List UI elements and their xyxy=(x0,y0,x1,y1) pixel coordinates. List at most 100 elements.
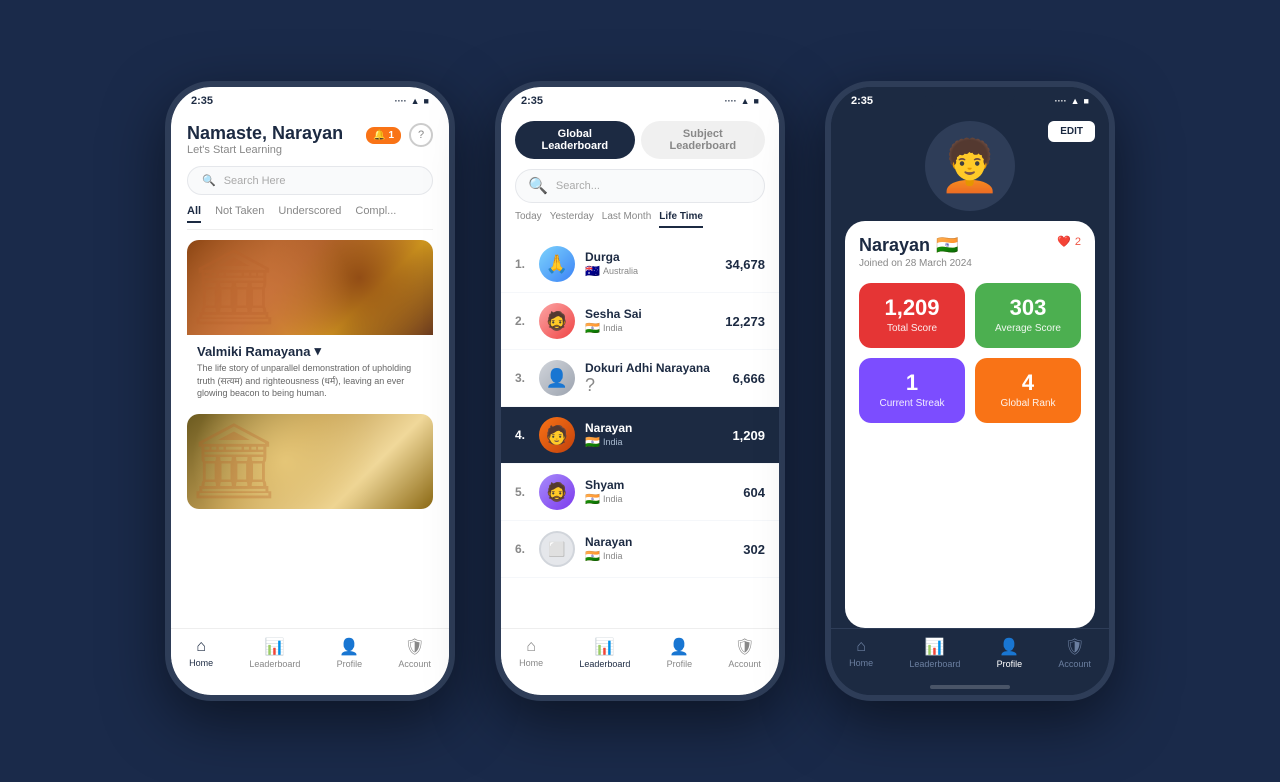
avg-score-label: Average Score xyxy=(985,323,1071,334)
time-filters: Today Yesterday Last Month Life Time xyxy=(515,211,765,236)
nav-leaderboard-3[interactable]: 📊 Leaderboard xyxy=(909,637,960,669)
lb-name-6: Narayan xyxy=(585,535,733,549)
total-score-label: Total Score xyxy=(869,323,955,334)
lb-row-3[interactable]: 3. 👤 Dokuri Adhi Narayana ? 6,666 xyxy=(501,350,779,407)
profile-name-row: Narayan 🇮🇳 ❤️ 2 xyxy=(859,235,1081,256)
nav-home-3[interactable]: ⌂ Home xyxy=(849,638,873,668)
nav-profile-1[interactable]: 👤 Profile xyxy=(337,637,363,669)
nav-leaderboard-1[interactable]: 📊 Leaderboard xyxy=(249,637,300,669)
tab-global[interactable]: Global Leaderboard xyxy=(515,121,635,159)
lb-info-6: Narayan 🇮🇳 India xyxy=(585,535,733,563)
tab-underscored[interactable]: Underscored xyxy=(278,205,341,223)
account-icon-3: 🛡 xyxy=(1064,637,1084,657)
lb-country-6: 🇮🇳 India xyxy=(585,549,733,563)
stat-streak: 1 Current Streak xyxy=(859,358,965,423)
tab-all[interactable]: All xyxy=(187,205,201,223)
tab-subject[interactable]: Subject Leaderboard xyxy=(641,121,765,159)
card-mahabharata[interactable] xyxy=(187,414,433,509)
bottom-nav-1: ⌂ Home 📊 Leaderboard 👤 Profile 🛡 Account xyxy=(171,628,449,681)
nav-profile-label-1: Profile xyxy=(337,659,363,669)
filter-today[interactable]: Today xyxy=(515,211,542,228)
leaderboard-list: 1. 🙏 Durga 🇦🇺 Australia 34,678 xyxy=(501,236,779,628)
nav-profile-label-3: Profile xyxy=(997,659,1023,669)
lb-country-5: 🇮🇳 India xyxy=(585,492,733,506)
phone-profile: 2:35 ···· ▲ ■ 🧑‍🦱 EDIT Narayan xyxy=(825,81,1115,701)
lb-row-4[interactable]: 4. 🧑 Narayan 🇮🇳 India 1,209 xyxy=(501,407,779,464)
lb-score-5: 604 xyxy=(743,485,765,500)
lb-header: Global Leaderboard Subject Leaderboard 🔍… xyxy=(501,111,779,236)
avg-score-value: 303 xyxy=(985,297,1071,319)
lb-name-2: Sesha Sai xyxy=(585,307,715,321)
search-bar[interactable]: 🔍 Search Here xyxy=(187,166,433,195)
card-mahabharata-image xyxy=(187,414,433,509)
profile-card: Narayan 🇮🇳 ❤️ 2 Joined on 28 March 2024 … xyxy=(845,221,1095,628)
rank-3: 3. xyxy=(515,371,529,385)
nav-home-label-1: Home xyxy=(189,658,213,668)
notch-2 xyxy=(595,87,685,109)
status-icons-3: ···· ▲ ■ xyxy=(1055,96,1089,106)
leaderboard-content: Global Leaderboard Subject Leaderboard 🔍… xyxy=(501,111,779,628)
lb-row-6[interactable]: 6. ⬜ Narayan 🇮🇳 India 302 xyxy=(501,521,779,578)
bottom-nav-2: ⌂ Home 📊 Leaderboard 👤 Profile 🛡 Account xyxy=(501,628,779,681)
streak-label: Current Streak xyxy=(869,398,955,409)
nav-profile-label-2: Profile xyxy=(667,659,693,669)
notch xyxy=(265,87,355,109)
home-icon-2: ⌂ xyxy=(526,638,536,656)
nav-profile-2[interactable]: 👤 Profile xyxy=(667,637,693,669)
profile-flag: 🇮🇳 xyxy=(936,235,958,256)
lb-country-3: ? xyxy=(585,375,722,396)
rank-5: 5. xyxy=(515,485,529,499)
greeting-text: Namaste, Narayan Let's Start Learning xyxy=(187,123,343,156)
home-content: Namaste, Narayan Let's Start Learning 🔔 … xyxy=(171,111,449,628)
nav-leaderboard-2[interactable]: 📊 Leaderboard xyxy=(579,637,630,669)
rank-2: 2. xyxy=(515,314,529,328)
lb-row-2[interactable]: 2. 🧔 Sesha Sai 🇮🇳 India 12,273 xyxy=(501,293,779,350)
nav-account-1[interactable]: 🛡 Account xyxy=(398,637,431,669)
tab-not-taken[interactable]: Not Taken xyxy=(215,205,264,223)
nav-account-2[interactable]: 🛡 Account xyxy=(728,637,761,669)
lb-row-1[interactable]: 1. 🙏 Durga 🇦🇺 Australia 34,678 xyxy=(501,236,779,293)
leaderboard-icon-3: 📊 xyxy=(925,637,945,657)
lb-name-3: Dokuri Adhi Narayana xyxy=(585,361,722,375)
home-indicator-1 xyxy=(270,685,350,689)
nav-account-label-1: Account xyxy=(398,659,431,669)
avatar-2: 🧔 xyxy=(539,303,575,339)
lb-score-3: 6,666 xyxy=(732,371,765,386)
nav-lb-label-3: Leaderboard xyxy=(909,659,960,669)
lb-search-bar[interactable]: 🔍 Search... xyxy=(515,169,765,203)
avatar-6: ⬜ xyxy=(539,531,575,567)
tab-completed[interactable]: Compl... xyxy=(355,205,396,223)
filter-yesterday[interactable]: Yesterday xyxy=(550,211,594,228)
nav-profile-3[interactable]: 👤 Profile xyxy=(997,637,1023,669)
rank-1: 1. xyxy=(515,257,529,271)
help-button[interactable]: ? xyxy=(409,123,433,147)
lb-score-2: 12,273 xyxy=(725,314,765,329)
filter-month[interactable]: Last Month xyxy=(602,211,651,228)
heart-badge: ❤️ 2 xyxy=(1057,235,1081,248)
lb-row-5[interactable]: 5. 🧔 Shyam 🇮🇳 India 604 xyxy=(501,464,779,521)
greeting-subtitle: Let's Start Learning xyxy=(187,144,343,156)
lb-name-4: Narayan xyxy=(585,421,722,435)
nav-account-3[interactable]: 🛡 Account xyxy=(1058,637,1091,669)
phone-home: 2:35 ···· ▲ ■ Namaste, Narayan Let's Sta… xyxy=(165,81,455,701)
status-icons-2: ···· ▲ ■ xyxy=(725,96,759,106)
card-ramayana[interactable]: Valmiki Ramayana ▾ The life story of unp… xyxy=(187,240,433,404)
leaderboard-icon-1: 📊 xyxy=(265,637,285,657)
profile-name: Narayan 🇮🇳 xyxy=(859,235,958,256)
phone-leaderboard: 2:35 ···· ▲ ■ Global Leaderboard Subject… xyxy=(495,81,785,701)
filter-lifetime[interactable]: Life Time xyxy=(659,211,703,228)
dropdown-icon: ▾ xyxy=(314,343,321,359)
nav-home-1[interactable]: ⌂ Home xyxy=(189,638,213,668)
heart-icon: ❤️ xyxy=(1057,235,1071,248)
heart-count: 2 xyxy=(1075,236,1081,248)
avatar-1: 🙏 xyxy=(539,246,575,282)
lb-country-1: 🇦🇺 Australia xyxy=(585,264,715,278)
account-icon-2: 🛡 xyxy=(734,637,754,657)
edit-button[interactable]: EDIT xyxy=(1048,121,1095,142)
nav-home-2[interactable]: ⌂ Home xyxy=(519,638,543,668)
time-2: 2:35 xyxy=(521,95,543,107)
lb-info-3: Dokuri Adhi Narayana ? xyxy=(585,361,722,396)
profile-avatar-area: 🧑‍🦱 EDIT xyxy=(831,111,1109,211)
notification-badge[interactable]: 🔔 1 xyxy=(366,127,401,144)
notif-count: 1 xyxy=(388,130,394,141)
